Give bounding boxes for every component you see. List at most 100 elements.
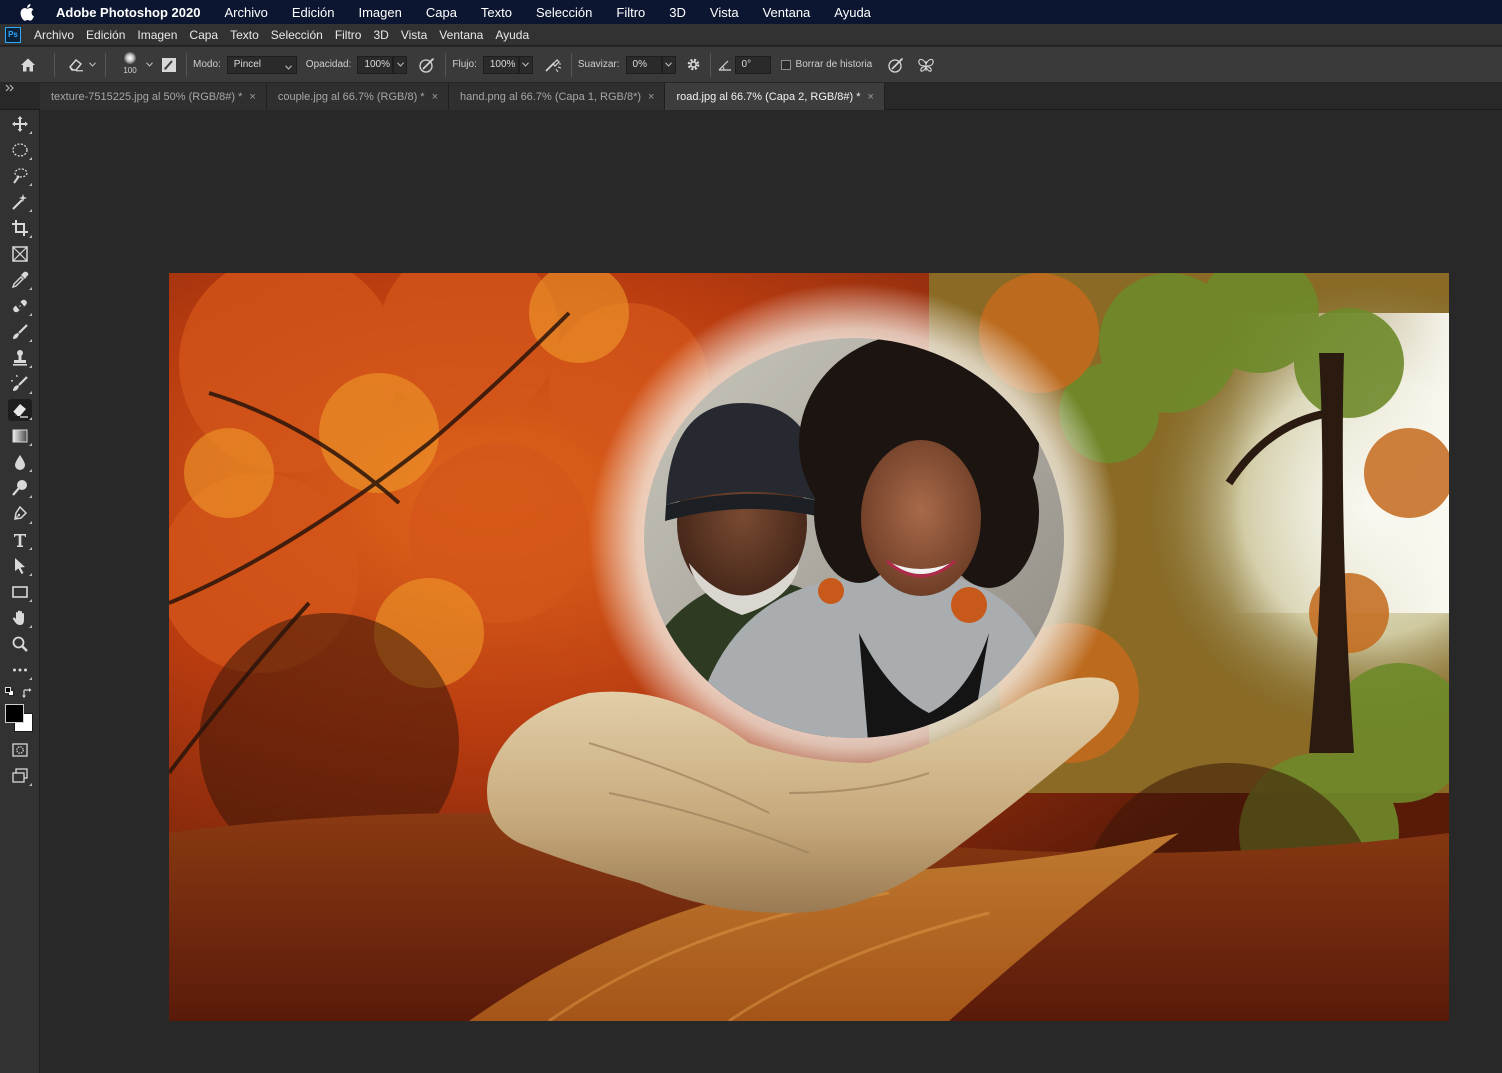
tool-group-indicator [29,783,32,786]
tool-preset-dropdown-icon[interactable] [85,56,99,74]
ps-menu-capa[interactable]: Capa [189,28,218,42]
zoom-tool[interactable] [8,633,32,655]
mac-menu-capa[interactable]: Capa [426,5,457,20]
eraser-tool[interactable] [8,399,32,421]
ellipsis-icon [13,668,27,672]
ps-menu-filtro[interactable]: Filtro [335,28,362,42]
opacity-input[interactable]: 100% [357,55,394,74]
quick-selection-tool[interactable] [8,165,32,187]
mac-menu-filtro[interactable]: Filtro [616,5,645,20]
quick-selection-icon [13,168,28,184]
rectangle-tool[interactable] [8,581,32,603]
screen-mode-button[interactable] [8,765,32,787]
blur-tool[interactable] [8,451,32,473]
tab-road[interactable]: road.jpg al 66.7% (Capa 2, RGB/8#) * × [665,83,885,110]
pen-tool[interactable] [8,503,32,525]
pressure-opacity-icon[interactable] [417,57,437,73]
ps-menu-imagen[interactable]: Imagen [137,28,177,42]
crop-tool[interactable] [8,217,32,239]
ps-menu-3d[interactable]: 3D [373,28,388,42]
quick-mask-button[interactable] [8,739,32,761]
more-tools-button[interactable] [8,659,32,681]
tool-group-indicator [29,677,32,680]
tab-texture[interactable]: texture-7515225.jpg al 50% (RGB/8#) * × [40,83,267,110]
tab-hand[interactable]: hand.png al 66.7% (Capa 1, RGB/8*) × [449,83,666,110]
ps-menu-ventana[interactable]: Ventana [439,28,483,42]
flow-slider-dropdown-icon[interactable] [518,55,533,74]
healing-brush-tool[interactable] [8,295,32,317]
options-separator [570,52,572,77]
mode-select[interactable]: Pincel [226,55,297,74]
mac-menu-vista[interactable]: Vista [710,5,739,20]
magic-wand-icon [12,194,27,210]
mac-menu-archivo[interactable]: Archivo [224,5,267,20]
options-separator [186,52,187,77]
pressure-size-icon[interactable] [886,57,906,73]
ps-menu-texto[interactable]: Texto [230,28,259,42]
foreground-color-swatch[interactable] [5,704,24,723]
close-icon[interactable]: × [648,91,654,103]
opacity-slider-dropdown-icon[interactable] [393,55,408,74]
mac-menu-ayuda[interactable]: Ayuda [834,5,871,20]
brush-settings-panel-icon[interactable] [160,56,178,74]
apple-menu-icon[interactable] [18,0,38,24]
default-colors-icon[interactable] [5,687,15,697]
mac-menubar: Adobe Photoshop 2020 Archivo Edición Ima… [0,0,1502,24]
tab-label: hand.png al 66.7% (Capa 1, RGB/8*) [460,90,642,103]
smoothing-input[interactable]: 0% [625,55,662,74]
flow-input[interactable]: 100% [482,55,519,74]
brush-tool[interactable] [8,321,32,343]
lasso-tool[interactable] [8,139,32,161]
mac-menu-seleccion[interactable]: Selección [536,5,592,20]
quick-mask-icon [12,743,28,757]
zoom-icon [12,636,28,652]
frame-tool[interactable] [8,243,32,265]
close-icon[interactable]: × [432,91,438,103]
angle-input[interactable]: 0° [734,55,771,74]
tab-couple[interactable]: couple.jpg al 66.7% (RGB/8) * × [266,83,450,110]
eraser-preset-icon[interactable] [67,58,85,72]
chevron-down-icon [284,62,292,73]
history-brush-tool[interactable] [8,373,32,395]
type-tool[interactable] [8,529,32,551]
close-icon[interactable]: × [868,91,874,103]
symmetry-butterfly-icon[interactable] [916,57,936,73]
close-icon[interactable]: × [249,91,255,103]
angle-icon [717,59,733,71]
mac-menu-imagen[interactable]: Imagen [358,5,401,20]
move-tool[interactable] [8,113,32,135]
mac-menu-texto[interactable]: Texto [481,5,512,20]
home-icon[interactable] [16,57,40,73]
swap-colors-icon[interactable] [22,686,33,704]
ps-menu-archivo[interactable]: Archivo [34,28,74,42]
erase-history-checkbox[interactable] [780,59,791,70]
mac-menu-3d[interactable]: 3D [669,5,686,20]
gradient-tool[interactable] [8,425,32,447]
opacity-label: Opacidad: [305,59,352,70]
brush-dropdown-icon[interactable] [142,56,156,74]
dodge-icon [12,480,27,496]
hand-tool[interactable] [8,607,32,629]
ps-menu-seleccion[interactable]: Selección [271,28,323,42]
eyedropper-tool[interactable] [8,269,32,291]
magic-wand-tool[interactable] [8,191,32,213]
mac-menu-ventana[interactable]: Ventana [763,5,811,20]
ps-menu-edicion[interactable]: Edición [86,28,125,42]
tool-group-indicator [29,417,32,420]
path-selection-tool[interactable] [8,555,32,577]
brush-size-picker[interactable]: 100 [118,50,142,80]
airbrush-icon[interactable] [543,57,563,73]
gear-icon[interactable] [684,57,704,72]
pen-icon [14,505,28,520]
app-name[interactable]: Adobe Photoshop 2020 [56,5,200,20]
options-separator [105,52,106,77]
ps-menu-ayuda[interactable]: Ayuda [495,28,529,42]
double-chevron-right-icon[interactable] [5,84,15,94]
clone-stamp-tool[interactable] [8,347,32,369]
dodge-tool[interactable] [8,477,32,499]
mac-menu-edicion[interactable]: Edición [292,5,335,20]
smoothing-slider-dropdown-icon[interactable] [661,55,676,74]
ps-menu-vista[interactable]: Vista [401,28,427,42]
stamp-icon [13,350,27,366]
document-canvas[interactable] [169,273,1449,1021]
